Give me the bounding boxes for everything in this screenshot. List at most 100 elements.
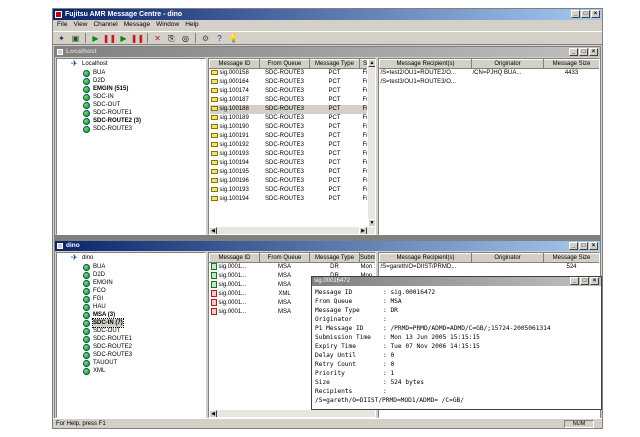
hint-icon[interactable]: 💡 — [228, 33, 239, 44]
tree-item[interactable]: TAUOUT — [83, 359, 117, 367]
pause-icon[interactable]: ❚❚ — [103, 33, 116, 44]
scroll-right-arrow-icon[interactable]: ▶ — [359, 227, 367, 234]
col-from-queue[interactable]: From Queue — [259, 59, 310, 69]
table-row[interactable]: sig.100193SDC-ROUTE3PCTFri 2 — [210, 186, 376, 195]
tree-item[interactable]: BUA — [83, 69, 105, 77]
settings-icon[interactable]: ⚙ — [200, 33, 211, 44]
dino-list-hscroll[interactable]: ◀ — [209, 409, 375, 417]
menu-view[interactable]: View — [73, 20, 87, 30]
col-message-type[interactable]: Message Type — [309, 59, 360, 69]
tree-item[interactable]: MSA (3) — [83, 311, 115, 319]
tree-item[interactable]: FGI — [83, 295, 103, 303]
localhost-list-vscroll[interactable]: ▲ ▼ — [367, 59, 375, 227]
toolbar-separator — [147, 33, 148, 43]
help-question-icon[interactable]: ? — [214, 33, 225, 44]
popup-close-button[interactable]: × — [590, 277, 599, 285]
tree-item[interactable]: SDC-ROUTE1 — [83, 109, 132, 117]
tree-item[interactable]: BUA — [83, 263, 105, 271]
properties-icon[interactable]: ◎ — [180, 33, 191, 44]
popup-minimize-button[interactable]: _ — [570, 277, 579, 285]
table-row[interactable]: sig.000158SDC-ROUTE3PCTFri 2 — [210, 69, 376, 79]
table-row[interactable]: sig.0001... MSA DR Mon 13 — [210, 263, 375, 273]
tree-item[interactable]: D2D — [83, 77, 105, 85]
child-maximize-button[interactable]: □ — [579, 48, 588, 56]
wand-icon[interactable]: ✦ — [56, 33, 67, 44]
table-row[interactable]: sig.100195SDC-ROUTE3PCTFri 2 — [210, 168, 376, 177]
col-message-size[interactable]: Message Size — [543, 253, 599, 263]
child-minimize-button[interactable]: _ — [569, 48, 578, 56]
tree-item[interactable]: SDC-IN — [83, 93, 114, 101]
scroll-left-arrow-icon[interactable]: ◀ — [209, 410, 217, 417]
table-row[interactable]: sig.100194SDC-ROUTE3PCTFri 2 — [210, 195, 376, 204]
table-row[interactable]: sig.100188SDC-ROUTE3PCTFri 2 — [209, 105, 375, 114]
tree-item[interactable]: SDC-IN (7) — [83, 318, 124, 328]
play-icon[interactable]: ▶ — [118, 33, 129, 44]
menu-help[interactable]: Help — [185, 20, 198, 30]
tree-root-dino[interactable]: ✈ dino — [71, 254, 93, 262]
tree-item[interactable]: SDC-ROUTE3 — [83, 351, 132, 359]
table-row[interactable]: sig.100196SDC-ROUTE3PCTFri 2 — [210, 177, 376, 186]
col-from-queue[interactable]: From Queue — [259, 253, 310, 263]
table-row[interactable]: sig.100194SDC-ROUTE3PCTFri 2 — [210, 159, 376, 168]
menu-channel[interactable]: Channel — [93, 20, 117, 30]
table-row[interactable]: /S=test3/OU1=ROUTE3/O... — [380, 78, 600, 87]
child-close-button[interactable]: × — [589, 48, 598, 56]
queue-status-icon — [83, 279, 90, 287]
child-minimize-button[interactable]: _ — [569, 242, 578, 250]
menu-window[interactable]: Window — [156, 20, 179, 30]
close-button[interactable]: × — [591, 10, 600, 18]
child-close-button[interactable]: × — [589, 242, 598, 250]
stop-red-icon[interactable]: ❚❚ — [131, 33, 144, 44]
tree-item[interactable]: EMGIN — [83, 279, 113, 287]
play-green-icon[interactable]: ▶ — [90, 33, 101, 44]
tree-item[interactable]: HAU — [83, 303, 106, 311]
table-row[interactable]: sig.100174SDC-ROUTE3PCTFri 2 — [210, 87, 376, 96]
localhost-list-hscroll[interactable]: ◀ ▶ — [209, 226, 375, 234]
menu-message[interactable]: Message — [124, 20, 150, 30]
envelope-icon — [210, 132, 218, 138]
table-row[interactable]: sig.100189SDC-ROUTE3PCTFri 2 — [210, 114, 376, 123]
scroll-up-arrow-icon[interactable]: ▲ — [368, 59, 375, 67]
table-row[interactable]: sig.100193SDC-ROUTE3PCTFri 2 — [210, 150, 376, 159]
col-message-type[interactable]: Message Type — [309, 253, 360, 263]
tree-item[interactable]: SDC-OUT — [83, 327, 120, 335]
table-cell: /S=gareth/O=DIIST/PRMD... — [380, 264, 457, 270]
col-message-id[interactable]: Message ID — [209, 59, 260, 69]
table-row[interactable]: sig.000164SDC-ROUTE3PCTFri 2 — [210, 78, 376, 87]
tree-item[interactable]: SDC-OUT — [83, 101, 120, 109]
col-message-id[interactable]: Message ID — [209, 253, 260, 263]
tree-item[interactable]: FCO — [83, 287, 106, 295]
table-row[interactable]: /S=gareth/O=DIIST/PRMD... 524 — [380, 263, 600, 273]
tree-item[interactable]: XML — [83, 367, 105, 375]
maximize-button[interactable]: □ — [581, 10, 590, 18]
popup-maximize-button[interactable]: □ — [580, 277, 589, 285]
tree-item[interactable]: D2D — [83, 271, 105, 279]
minimize-button[interactable]: _ — [571, 10, 580, 18]
col-recipients[interactable]: Message Recipient(s) — [379, 253, 472, 263]
delete-icon[interactable]: ✕ — [152, 33, 163, 44]
table-row[interactable]: sig.100191SDC-ROUTE3PCTFri 2 — [210, 132, 376, 141]
table-row[interactable]: sig.100187SDC-ROUTE3PCTFri 2 — [210, 96, 376, 105]
col-originator[interactable]: Originator — [471, 253, 544, 263]
tree-item[interactable]: SDC-ROUTE2 — [83, 343, 132, 351]
tree-root-localhost[interactable]: ✈ Localhost — [71, 60, 108, 68]
table-row[interactable]: sig.100190SDC-ROUTE3PCTFri 2 — [210, 123, 376, 132]
save-icon[interactable]: ▣ — [70, 33, 81, 44]
col-submitted[interactable]: Submi — [359, 253, 375, 263]
tree-item[interactable]: EMGIN (515) — [83, 85, 128, 93]
child-maximize-button[interactable]: □ — [579, 242, 588, 250]
menu-file[interactable]: File — [57, 20, 67, 30]
col-message-size[interactable]: Message Size — [543, 59, 599, 69]
col-originator[interactable]: Originator — [471, 59, 544, 69]
copy-icon[interactable]: ⎘ — [166, 33, 177, 44]
col-recipients[interactable]: Message Recipient(s) — [379, 59, 472, 69]
queue-status-icon — [83, 335, 90, 343]
table-row[interactable]: /S=test2/OU1=ROUTE2/O... /CN=PJHQ BUA... 4… — [380, 69, 600, 79]
table-cell: PCT — [328, 133, 341, 139]
tree-item[interactable]: SDC-ROUTE1 — [83, 335, 132, 343]
queue-status-icon — [83, 303, 90, 311]
table-row[interactable]: sig.100192SDC-ROUTE3PCTFri 2 — [210, 141, 376, 150]
tree-item[interactable]: SDC-ROUTE2 (3) — [83, 117, 141, 125]
scroll-left-arrow-icon[interactable]: ◀ — [209, 227, 217, 234]
tree-item[interactable]: SDC-ROUTE3 — [83, 125, 132, 133]
